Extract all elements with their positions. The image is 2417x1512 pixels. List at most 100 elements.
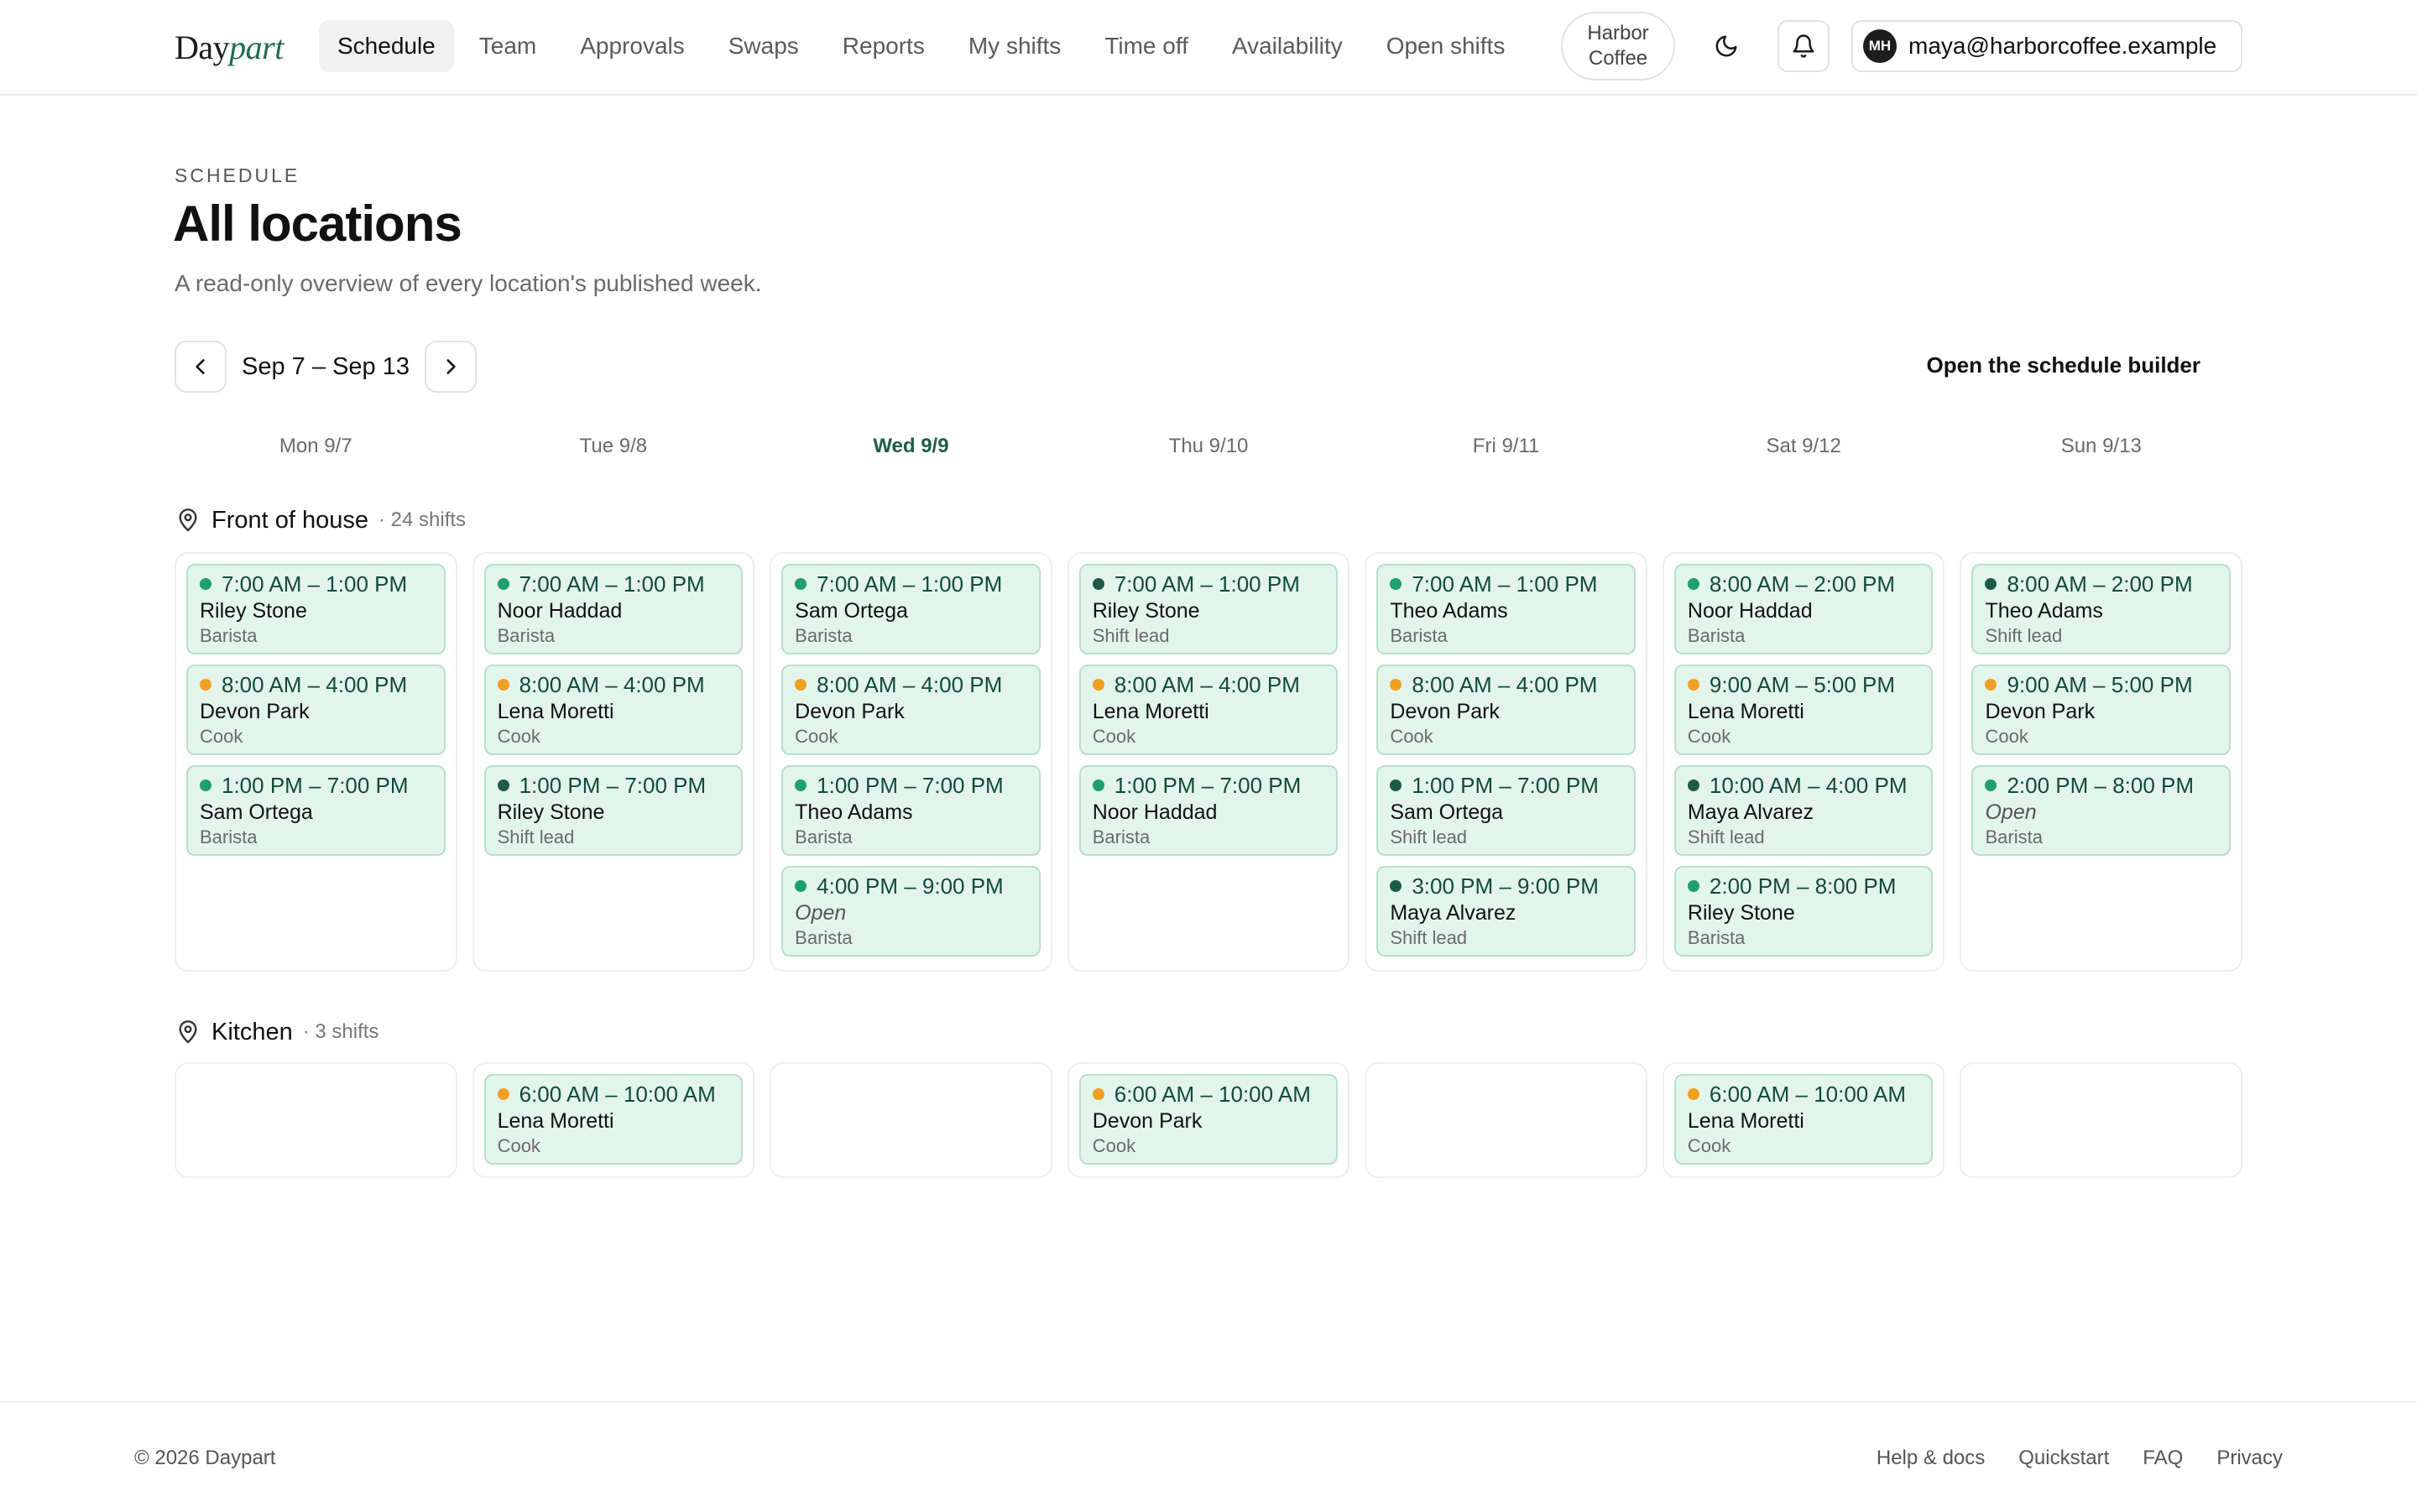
user-menu-button[interactable]: MH maya@harborcoffee.example: [1851, 20, 2242, 72]
role-dot-icon: [1985, 779, 1997, 791]
open-schedule-builder-link[interactable]: Open the schedule builder: [1927, 352, 2201, 378]
day-column: [1365, 1062, 1647, 1178]
theme-toggle-button[interactable]: [1700, 20, 1752, 72]
shift-role: Shift lead: [497, 826, 575, 847]
shift-card[interactable]: 7:00 AM – 1:00 PM Theo Adams Barista: [1376, 564, 1636, 654]
shift-assignee: Theo Adams: [795, 800, 913, 824]
day-header: Mon 9/7: [279, 435, 352, 457]
day-column: 6:00 AM – 10:00 AM Lena Moretti Cook: [472, 1062, 755, 1178]
day-column: [175, 1062, 457, 1178]
shift-role: Barista: [497, 625, 556, 646]
shift-card[interactable]: 7:00 AM – 1:00 PM Riley Stone Barista: [186, 564, 446, 654]
shift-card[interactable]: 7:00 AM – 1:00 PM Riley Stone Shift lead: [1078, 564, 1339, 654]
shift-card[interactable]: 8:00 AM – 4:00 PM Devon Park Cook: [1376, 665, 1636, 755]
shift-card[interactable]: 1:00 PM – 7:00 PM Riley Stone Shift lead: [483, 765, 744, 856]
nav-item-schedule[interactable]: Schedule: [319, 20, 454, 72]
section-shift-count: · 24 shifts: [378, 508, 467, 531]
role-dot-icon: [1390, 779, 1402, 791]
page-eyebrow: SCHEDULE: [175, 164, 300, 186]
shift-time-row: 6:00 AM – 10:00 AM: [1687, 1081, 1920, 1108]
footer-link-help-docs[interactable]: Help & docs: [1877, 1447, 1985, 1470]
shift-role: Barista: [1985, 826, 2043, 847]
nav-item-team[interactable]: Team: [461, 20, 555, 72]
shift-assignee: Theo Adams: [1390, 599, 1508, 623]
brand-logo[interactable]: Day part: [175, 23, 284, 70]
shift-role: Cook: [1092, 726, 1136, 747]
shift-card[interactable]: 10:00 AM – 4:00 PM Maya Alvarez Shift lead: [1673, 765, 1934, 856]
shift-time: 1:00 PM – 7:00 PM: [1412, 773, 1599, 798]
shift-card[interactable]: 6:00 AM – 10:00 AM Lena Moretti Cook: [1673, 1074, 1934, 1165]
shift-role: Barista: [200, 826, 258, 847]
shift-assignee: Sam Ortega: [1390, 800, 1504, 824]
nav-item-approvals[interactable]: Approvals: [561, 20, 703, 72]
day-column: 7:00 AM – 1:00 PM Riley Stone Shift lead 8:…: [1067, 552, 1350, 972]
nav-item-time-off[interactable]: Time off: [1086, 20, 1207, 72]
next-week-button[interactable]: [424, 341, 477, 393]
nav-item-my-shifts[interactable]: My shifts: [950, 20, 1079, 72]
day-column: 7:00 AM – 1:00 PM Noor Haddad Barista 8:00 …: [472, 552, 755, 972]
shift-time: 7:00 AM – 1:00 PM: [222, 571, 408, 597]
nav-item-swaps[interactable]: Swaps: [710, 20, 817, 72]
nav-item-open-shifts[interactable]: Open shifts: [1368, 20, 1524, 72]
shift-card[interactable]: 4:00 PM – 9:00 PM Open Barista: [781, 866, 1041, 957]
shift-card[interactable]: 1:00 PM – 7:00 PM Sam Ortega Shift lead: [1376, 765, 1636, 856]
shift-card[interactable]: 9:00 AM – 5:00 PM Devon Park Cook: [1971, 665, 2232, 755]
shift-assignee: Devon Park: [795, 700, 905, 723]
footer-link-privacy[interactable]: Privacy: [2216, 1447, 2283, 1470]
shift-time-row: 1:00 PM – 7:00 PM: [497, 772, 730, 799]
bell-icon: [1793, 34, 1814, 58]
shift-card[interactable]: 8:00 AM – 4:00 PM Devon Park Cook: [186, 665, 446, 755]
footer-links: Help & docs Quickstart FAQ Privacy: [1877, 1447, 2283, 1470]
shift-role: Barista: [200, 625, 258, 646]
nav-item-reports[interactable]: Reports: [824, 20, 943, 72]
shift-time-row: 7:00 AM – 1:00 PM: [200, 571, 432, 597]
shift-card[interactable]: 1:00 PM – 7:00 PM Noor Haddad Barista: [1078, 765, 1339, 856]
shift-role: Cook: [1390, 726, 1433, 747]
shift-time-row: 2:00 PM – 8:00 PM: [1687, 873, 1920, 899]
day-column: 6:00 AM – 10:00 AM Devon Park Cook: [1067, 1062, 1350, 1178]
section-grid-kitchen: 6:00 AM – 10:00 AM Lena Moretti Cook 6:00 A…: [175, 1062, 2243, 1178]
shift-time: 1:00 PM – 7:00 PM: [222, 773, 409, 798]
shift-card[interactable]: 2:00 PM – 8:00 PM Riley Stone Barista: [1673, 866, 1934, 957]
shift-card[interactable]: 7:00 AM – 1:00 PM Sam Ortega Barista: [781, 564, 1041, 654]
shift-card[interactable]: 8:00 AM – 2:00 PM Noor Haddad Barista: [1673, 564, 1934, 654]
shift-time-row: 9:00 AM – 5:00 PM: [1687, 671, 1920, 698]
day-header: Fri 9/11: [1472, 435, 1540, 457]
shift-card[interactable]: 8:00 AM – 2:00 PM Theo Adams Shift lead: [1971, 564, 2232, 654]
shift-time-row: 1:00 PM – 7:00 PM: [1092, 772, 1325, 799]
shift-role: Barista: [795, 826, 853, 847]
location-switcher-label: Harbor Coffee: [1587, 22, 1649, 70]
shift-role: Shift lead: [1687, 826, 1765, 847]
role-dot-icon: [795, 880, 807, 892]
role-dot-icon: [497, 779, 509, 791]
shift-role: Barista: [795, 927, 853, 948]
shift-card[interactable]: 6:00 AM – 10:00 AM Devon Park Cook: [1078, 1074, 1339, 1165]
previous-week-button[interactable]: [175, 341, 227, 393]
shift-time: 2:00 PM – 8:00 PM: [2007, 773, 2195, 798]
shift-card[interactable]: 1:00 PM – 7:00 PM Sam Ortega Barista: [186, 765, 446, 856]
shift-card[interactable]: 1:00 PM – 7:00 PM Theo Adams Barista: [781, 765, 1041, 856]
footer-link-quickstart[interactable]: Quickstart: [2018, 1447, 2109, 1470]
nav-item-availability[interactable]: Availability: [1214, 20, 1361, 72]
shift-card[interactable]: 2:00 PM – 8:00 PM Open Barista: [1971, 765, 2232, 856]
shift-assignee: Riley Stone: [1092, 599, 1200, 623]
user-email: maya@harborcoffee.example: [1908, 33, 2217, 59]
shift-card[interactable]: 8:00 AM – 4:00 PM Lena Moretti Cook: [483, 665, 744, 755]
shift-card[interactable]: 3:00 PM – 9:00 PM Maya Alvarez Shift lead: [1376, 866, 1636, 957]
shift-card[interactable]: 7:00 AM – 1:00 PM Noor Haddad Barista: [483, 564, 744, 654]
shift-time-row: 7:00 AM – 1:00 PM: [1092, 571, 1325, 597]
footer-link-faq[interactable]: FAQ: [2143, 1447, 2183, 1470]
role-dot-icon: [1092, 779, 1104, 791]
shift-role: Cook: [1092, 1135, 1136, 1156]
location-switcher[interactable]: Harbor Coffee: [1561, 12, 1675, 81]
shift-card[interactable]: 8:00 AM – 4:00 PM Lena Moretti Cook: [1078, 665, 1339, 755]
day-column: 7:00 AM – 1:00 PM Theo Adams Barista 8:00 A…: [1365, 552, 1647, 972]
shift-card[interactable]: 6:00 AM – 10:00 AM Lena Moretti Cook: [483, 1074, 744, 1165]
top-bar: Day part Schedule Team Approvals Swaps Report…: [0, 0, 2417, 96]
notifications-button[interactable]: [1778, 20, 1830, 72]
day-header: Tue 9/8: [579, 435, 648, 457]
shift-card[interactable]: 9:00 AM – 5:00 PM Lena Moretti Cook: [1673, 665, 1934, 755]
shift-time: 2:00 PM – 8:00 PM: [1709, 873, 1897, 899]
shift-assignee: Sam Ortega: [200, 800, 313, 824]
shift-card[interactable]: 8:00 AM – 4:00 PM Devon Park Cook: [781, 665, 1041, 755]
